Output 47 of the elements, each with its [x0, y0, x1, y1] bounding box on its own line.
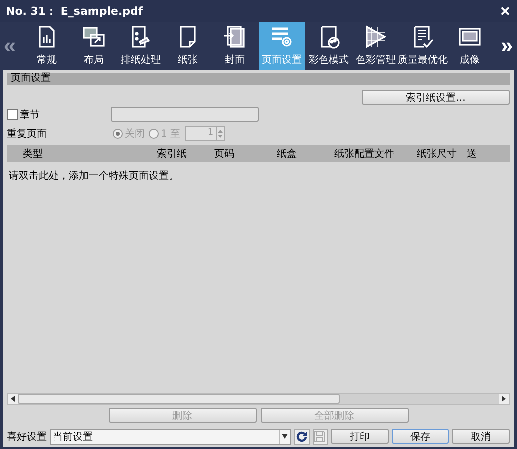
column-header[interactable]: 纸张配置文件 — [322, 146, 407, 160]
window-title: No. 31： E_sample.pdf — [6, 4, 144, 18]
toolbar-tab[interactable]: 质量最优化 — [400, 22, 446, 70]
toolbar-tab[interactable]: 彩色模式 — [306, 22, 352, 70]
column-header[interactable]: 纸张尺寸 — [407, 146, 467, 160]
radio-label: 关闭 — [125, 128, 145, 140]
horizontal-scrollbar[interactable] — [7, 393, 510, 405]
toolbar-tab[interactable]: 常规 — [24, 22, 70, 70]
toolbar-tab[interactable]: 封面 — [212, 22, 258, 70]
scroll-left-icon[interactable] — [10, 396, 16, 402]
column-header[interactable]: 送 — [467, 146, 497, 160]
table-hint-text: 请双击此处，添加一个特殊页面设置。 — [9, 171, 179, 182]
overlapping-windows-icon — [82, 25, 106, 49]
scroll-right-button[interactable]: » — [497, 22, 517, 70]
close-button[interactable]: ✕ — [500, 4, 511, 18]
toolbar-tab[interactable]: 色彩管理 — [353, 22, 399, 70]
preset-label: 喜好设置 — [7, 430, 47, 444]
chapter-input-field[interactable] — [111, 107, 259, 122]
color-triangle-icon — [364, 25, 388, 49]
stapler-page-icon — [129, 25, 153, 49]
toolbar-tab[interactable]: 成像 — [447, 22, 493, 70]
settings-icon — [270, 25, 294, 49]
arrow-into-page-icon — [223, 25, 247, 49]
toolbar-tab[interactable]: 纸张 — [165, 22, 211, 70]
chapter-checkbox[interactable] — [7, 109, 18, 120]
column-header[interactable]: 页码 — [197, 146, 252, 160]
picture-frame-icon — [458, 25, 482, 49]
column-header[interactable]: 类型 — [7, 146, 147, 160]
repeat-page-label: 重复页面 — [7, 128, 48, 140]
scroll-right-icon[interactable] — [501, 396, 507, 402]
toolbar-tab[interactable]: 布局 — [71, 22, 117, 70]
footer-button[interactable]: 取消 — [452, 429, 510, 444]
checklist-icon — [411, 25, 435, 49]
preset-dropdown[interactable]: 当前设置 — [50, 428, 292, 444]
column-header[interactable]: 索引纸 — [147, 146, 197, 160]
dropdown-caret-icon[interactable] — [282, 434, 288, 439]
refresh-icon[interactable] — [294, 428, 310, 444]
checkbox-label: 章节 — [20, 108, 40, 122]
index-settings-button[interactable]: 索引纸设置... — [362, 90, 510, 105]
radio-label: 1 至 — [161, 128, 181, 140]
toolbar-tab[interactable]: 排纸处理 — [118, 22, 164, 70]
column-header[interactable]: 纸盒 — [252, 146, 322, 160]
scroll-left-button[interactable]: « — [0, 22, 20, 70]
section-header: 页面设置 — [7, 73, 510, 85]
footer-button[interactable]: 保存 — [392, 429, 450, 444]
footer-button[interactable]: 打印 — [330, 429, 389, 444]
spinner-arrows-icon[interactable] — [216, 128, 224, 140]
